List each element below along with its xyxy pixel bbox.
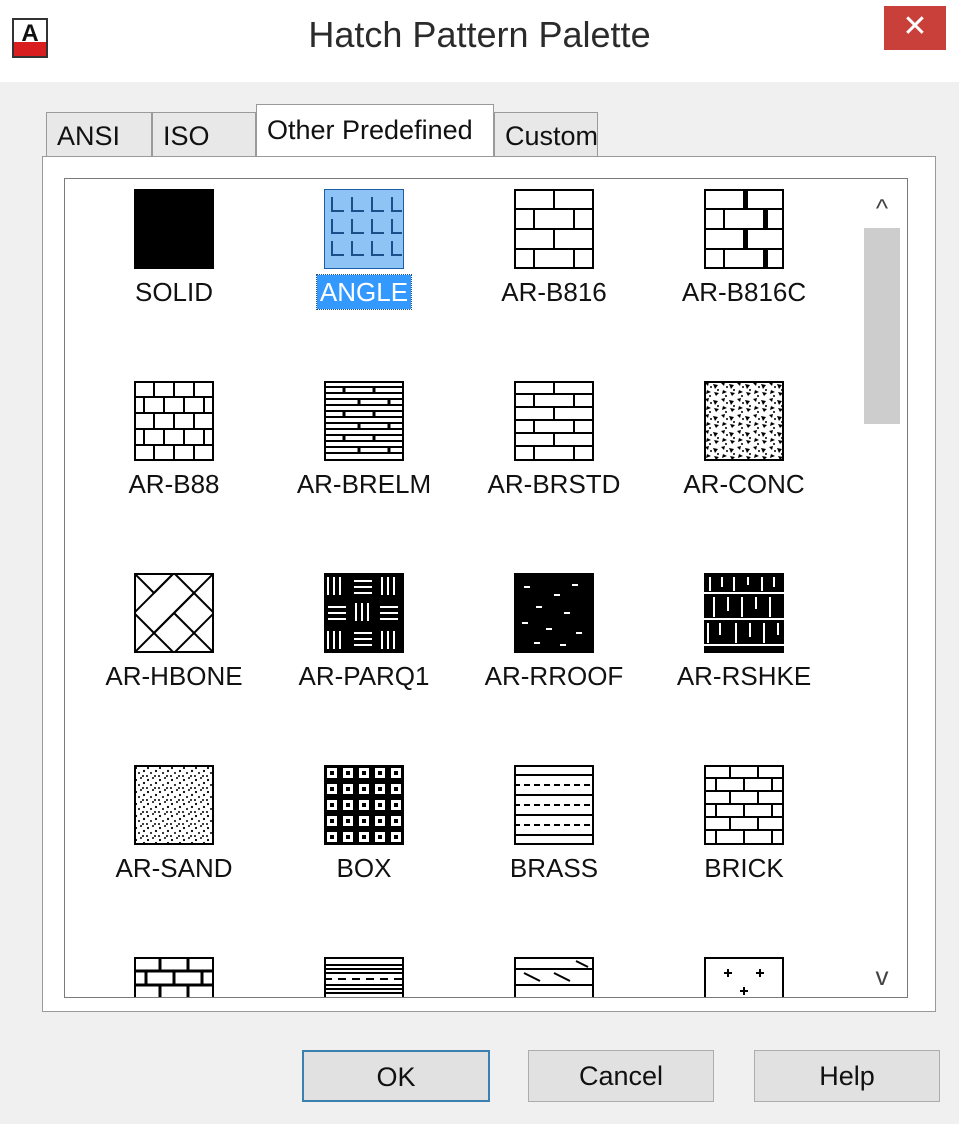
pattern-item-ar-parq1[interactable]: AR-PARQ1 (269, 573, 459, 743)
tab-iso[interactable]: ISO (152, 112, 256, 158)
ar-b816-pattern-icon (514, 189, 594, 269)
ar-brelm-pattern-icon (324, 381, 404, 461)
ar-parq1-pattern-icon (324, 573, 404, 653)
pattern-item-brstone[interactable] (79, 957, 269, 997)
pattern-label: AR-PARQ1 (298, 661, 430, 691)
pattern-item-brass[interactable]: BRASS (459, 765, 649, 935)
pattern-item-clay[interactable] (269, 957, 459, 997)
tab-custom[interactable]: Custom (494, 112, 598, 158)
pattern-item-cork[interactable] (459, 957, 649, 997)
pattern-label: BRICK (704, 853, 784, 883)
scroll-up-icon[interactable]: ^ (860, 186, 904, 230)
ar-rshke-pattern-icon (704, 573, 784, 653)
box-pattern-icon (324, 765, 404, 845)
pattern-label: AR-RROOF (484, 661, 624, 691)
pattern-label: AR-BRSTD (487, 469, 621, 499)
ar-sand-pattern-icon (134, 765, 214, 845)
ar-brstd-pattern-icon (514, 381, 594, 461)
pattern-item-angle[interactable]: ANGLE (269, 189, 459, 359)
pattern-list[interactable]: SOLID ANGLE AR-B816 AR-B816C AR-B88 AR-B… (64, 178, 908, 998)
clay-pattern-icon (324, 957, 404, 997)
pattern-item-ar-sand[interactable]: AR-SAND (79, 765, 269, 935)
pattern-label: AR-B816 (501, 277, 607, 307)
title-bar[interactable]: A Hatch Pattern Palette ✕ (0, 0, 959, 82)
pattern-label: AR-BRELM (296, 469, 432, 499)
brstone-pattern-icon (134, 957, 214, 997)
angle-pattern-icon (324, 189, 404, 269)
ar-conc-pattern-icon (704, 381, 784, 461)
pattern-label: AR-B816C (681, 277, 807, 307)
hatch-pattern-palette-dialog: A Hatch Pattern Palette ✕ ANSI ISO Other… (0, 0, 959, 1124)
tab-other-predefined[interactable]: Other Predefined (256, 104, 494, 160)
pattern-label: BOX (336, 853, 392, 883)
pattern-item-solid[interactable]: SOLID (79, 189, 269, 359)
pattern-item-cross[interactable] (649, 957, 839, 997)
brass-pattern-icon (514, 765, 594, 845)
pattern-list-scrollbar[interactable]: ^ v (860, 180, 904, 996)
ar-b816c-pattern-icon (704, 189, 784, 269)
pattern-label: SOLID (134, 277, 214, 307)
pattern-label: AR-SAND (115, 853, 233, 883)
brick-pattern-icon (704, 765, 784, 845)
cancel-button[interactable]: Cancel (528, 1050, 714, 1102)
ar-rroof-pattern-icon (514, 573, 594, 653)
pattern-item-ar-hbone[interactable]: AR-HBONE (79, 573, 269, 743)
pattern-item-ar-b816c[interactable]: AR-B816C (649, 189, 839, 359)
close-icon: ✕ (902, 10, 928, 43)
pattern-label: BRASS (509, 853, 599, 883)
pattern-item-box[interactable]: BOX (269, 765, 459, 935)
pattern-item-ar-rshke[interactable]: AR-RSHKE (649, 573, 839, 743)
pattern-label: AR-RSHKE (676, 661, 812, 691)
tab-ansi[interactable]: ANSI (46, 112, 152, 158)
scrollbar-thumb[interactable] (864, 228, 900, 424)
ar-hbone-pattern-icon (134, 573, 214, 653)
ok-button[interactable]: OK (302, 1050, 490, 1102)
close-button[interactable]: ✕ (884, 6, 946, 50)
pattern-item-brick[interactable]: BRICK (649, 765, 839, 935)
pattern-item-ar-brelm[interactable]: AR-BRELM (269, 381, 459, 551)
pattern-item-ar-brstd[interactable]: AR-BRSTD (459, 381, 649, 551)
pattern-label: AR-B88 (128, 469, 220, 499)
pattern-label: AR-HBONE (105, 661, 243, 691)
pattern-item-ar-b88[interactable]: AR-B88 (79, 381, 269, 551)
pattern-label: AR-CONC (683, 469, 805, 499)
pattern-label: ANGLE (315, 274, 413, 310)
help-button[interactable]: Help (754, 1050, 940, 1102)
pattern-item-ar-rroof[interactable]: AR-RROOF (459, 573, 649, 743)
pattern-item-ar-b816[interactable]: AR-B816 (459, 189, 649, 359)
cork-pattern-icon (514, 957, 594, 997)
solid-pattern-icon (134, 189, 214, 269)
scroll-down-icon[interactable]: v (860, 954, 904, 998)
window-title: Hatch Pattern Palette (308, 14, 651, 55)
pattern-item-ar-conc[interactable]: AR-CONC (649, 381, 839, 551)
cross-pattern-icon (704, 957, 784, 997)
ar-b88-pattern-icon (134, 381, 214, 461)
